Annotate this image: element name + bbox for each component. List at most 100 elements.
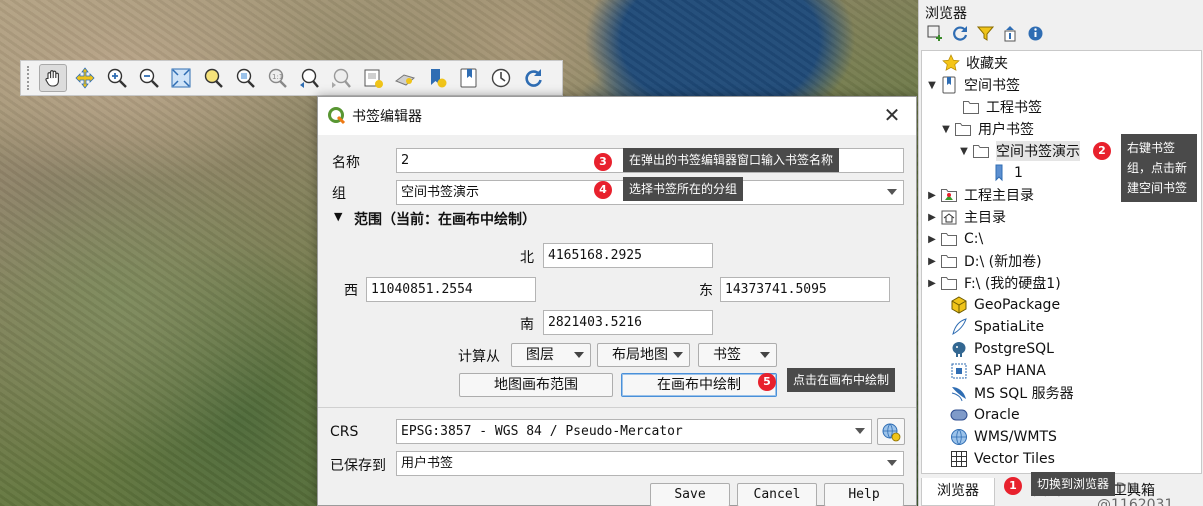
tree-item-label: MS SQL 服务器 <box>974 386 1074 402</box>
tree-item[interactable]: Vector Tiles <box>936 448 1055 470</box>
refresh-icon[interactable] <box>952 25 969 42</box>
extent-group-header[interactable]: 范围（当前：在画布中绘制） <box>354 209 536 229</box>
crs-value: EPSG:3857 - WGS 84 / Pseudo-Mercator <box>401 424 683 439</box>
zoom-to-layer-icon[interactable] <box>231 64 259 92</box>
annotation-2-line-1: 右键书签 <box>1127 141 1176 155</box>
chevron-down-icon <box>760 352 770 358</box>
collapse-all-icon[interactable] <box>1002 25 1019 42</box>
tree-item[interactable]: ▼ 用户书签 <box>940 118 1034 140</box>
cancel-button[interactable]: Cancel <box>737 483 817 506</box>
collapse-arrow-icon[interactable]: ▼ <box>958 146 970 157</box>
close-icon[interactable]: ✕ <box>882 105 902 125</box>
tree-item[interactable]: ▶ F:\ (我的硬盘1) <box>926 272 1061 294</box>
tree-item[interactable]: 1 <box>976 162 1023 184</box>
tree-item[interactable]: ▼ 空间书签 <box>926 74 1020 96</box>
tree-item[interactable]: ▶ 主目录 <box>926 206 1006 228</box>
calc-layer-label: 图层 <box>526 347 554 363</box>
zoom-full-icon[interactable] <box>167 64 195 92</box>
add-selected-layers-icon[interactable] <box>927 25 944 42</box>
zoom-in-icon[interactable] <box>103 64 131 92</box>
tree-item[interactable]: Oracle <box>936 404 1020 426</box>
crs-combobox[interactable]: EPSG:3857 - WGS 84 / Pseudo-Mercator <box>396 419 872 444</box>
new-decoration-icon[interactable] <box>359 64 387 92</box>
calc-from-layer-button[interactable]: 图层 <box>511 343 591 367</box>
tree-item-label: F:\ (我的硬盘1) <box>964 276 1061 292</box>
chevron-down-icon <box>855 428 865 434</box>
annotation-2-line-2: 组，点击新 <box>1127 161 1188 175</box>
collapse-arrow-icon[interactable]: ▼ <box>926 80 938 91</box>
north-input[interactable]: 4165168.2925 <box>543 243 713 268</box>
east-label: 东 <box>699 283 713 299</box>
zoom-last-icon[interactable] <box>295 64 323 92</box>
zoom-native-icon[interactable]: 1:1 <box>263 64 291 92</box>
expand-arrow-icon[interactable]: ▶ <box>926 278 938 289</box>
postgresql-icon <box>948 339 970 359</box>
tree-item[interactable]: ▶ C:\ <box>926 228 983 250</box>
folder-icon <box>970 141 992 161</box>
tree-item[interactable]: SpatiaLite <box>936 316 1044 338</box>
oracle-icon <box>948 405 970 425</box>
bookmark-icon <box>988 163 1010 183</box>
saved-to-label: 已保存到 <box>330 458 386 474</box>
properties-icon[interactable] <box>1027 25 1044 42</box>
temporal-controller-icon[interactable] <box>487 64 515 92</box>
tree-item-label: D:\ (新加卷) <box>964 254 1042 270</box>
tree-item[interactable]: ▶ 工程主目录 <box>926 184 1034 206</box>
tree-item[interactable]: WMS/WMTS <box>936 426 1057 448</box>
annotation-callout-3: 在弹出的书签编辑器窗口输入书签名称 <box>623 148 840 172</box>
tree-item[interactable]: PostgreSQL <box>936 338 1054 360</box>
tree-item[interactable]: SAP HANA <box>936 360 1046 382</box>
crs-selector-button[interactable] <box>877 418 905 445</box>
draw-on-canvas-button[interactable]: 在画布中绘制 <box>621 373 777 397</box>
home-icon <box>938 207 960 227</box>
refresh-icon[interactable] <box>519 64 547 92</box>
tree-item-label: PostgreSQL <box>974 341 1054 357</box>
south-input[interactable]: 2821403.5216 <box>543 310 713 335</box>
tree-item[interactable]: 工程书签 <box>948 96 1042 118</box>
toolbar-grip[interactable] <box>27 66 33 90</box>
map-canvas-extent-button[interactable]: 地图画布范围 <box>459 373 613 397</box>
pan-to-selection-icon[interactable] <box>71 64 99 92</box>
filter-icon[interactable] <box>977 25 994 42</box>
zoom-to-selection-icon[interactable] <box>199 64 227 92</box>
browser-panel-title: 浏览器 <box>925 6 967 22</box>
east-input[interactable]: 14373741.5095 <box>720 277 890 302</box>
annotation-2-line-3: 建空间书签 <box>1127 181 1188 195</box>
browser-panel: 浏览器 收藏夹 ▼ 空间书签 工程书签 ▼ 用户书签 ▼ 空间书签演示 1 ▶ 工程主目录 ▶ 主目录 ▶… <box>918 0 1203 506</box>
map-tips-icon[interactable] <box>391 64 419 92</box>
tree-item[interactable]: ▼ 空间书签演示 <box>958 140 1080 162</box>
collapse-triangle-icon[interactable]: ▼ <box>334 210 342 223</box>
west-input[interactable]: 11040851.2554 <box>366 277 536 302</box>
save-button[interactable]: Save <box>650 483 730 506</box>
browser-toolbar <box>927 25 1044 42</box>
show-bookmarks-icon[interactable] <box>455 64 483 92</box>
pan-icon[interactable] <box>39 64 67 92</box>
tree-item[interactable]: ▶ D:\ (新加卷) <box>926 250 1042 272</box>
geopackage-icon <box>948 295 970 315</box>
new-bookmark-icon[interactable] <box>423 64 451 92</box>
expand-arrow-icon[interactable]: ▶ <box>926 190 938 201</box>
tree-item-label: SAP HANA <box>974 363 1046 379</box>
drive-icon <box>938 251 960 271</box>
help-button[interactable]: Help <box>824 483 904 506</box>
expand-arrow-icon[interactable]: ▶ <box>926 234 938 245</box>
calc-bookmark-label: 书签 <box>713 347 741 363</box>
calc-from-layout-button[interactable]: 布局地图 <box>597 343 690 367</box>
tree-item[interactable]: 收藏夹 <box>928 52 1008 74</box>
tree-item[interactable]: MS SQL 服务器 <box>936 382 1074 404</box>
drive-icon <box>938 273 960 293</box>
dialog-title: 书签编辑器 <box>352 109 422 125</box>
zoom-next-icon[interactable] <box>327 64 355 92</box>
collapse-arrow-icon[interactable]: ▼ <box>940 124 952 135</box>
annotation-badge-2: 2 <box>1093 142 1111 160</box>
zoom-out-icon[interactable] <box>135 64 163 92</box>
drive-icon <box>938 229 960 249</box>
tree-item-label: 主目录 <box>964 210 1006 226</box>
tree-item[interactable]: GeoPackage <box>936 294 1060 316</box>
saved-to-combobox[interactable]: 用户书签 <box>396 451 904 476</box>
browser-tree[interactable]: 收藏夹 ▼ 空间书签 工程书签 ▼ 用户书签 ▼ 空间书签演示 1 ▶ 工程主目录 ▶ 主目录 ▶ C:\ ▶… <box>921 50 1202 474</box>
expand-arrow-icon[interactable]: ▶ <box>926 212 938 223</box>
calc-from-bookmark-button[interactable]: 书签 <box>698 343 777 367</box>
expand-arrow-icon[interactable]: ▶ <box>926 256 938 267</box>
tab-browser[interactable]: 浏览器 <box>921 478 995 506</box>
